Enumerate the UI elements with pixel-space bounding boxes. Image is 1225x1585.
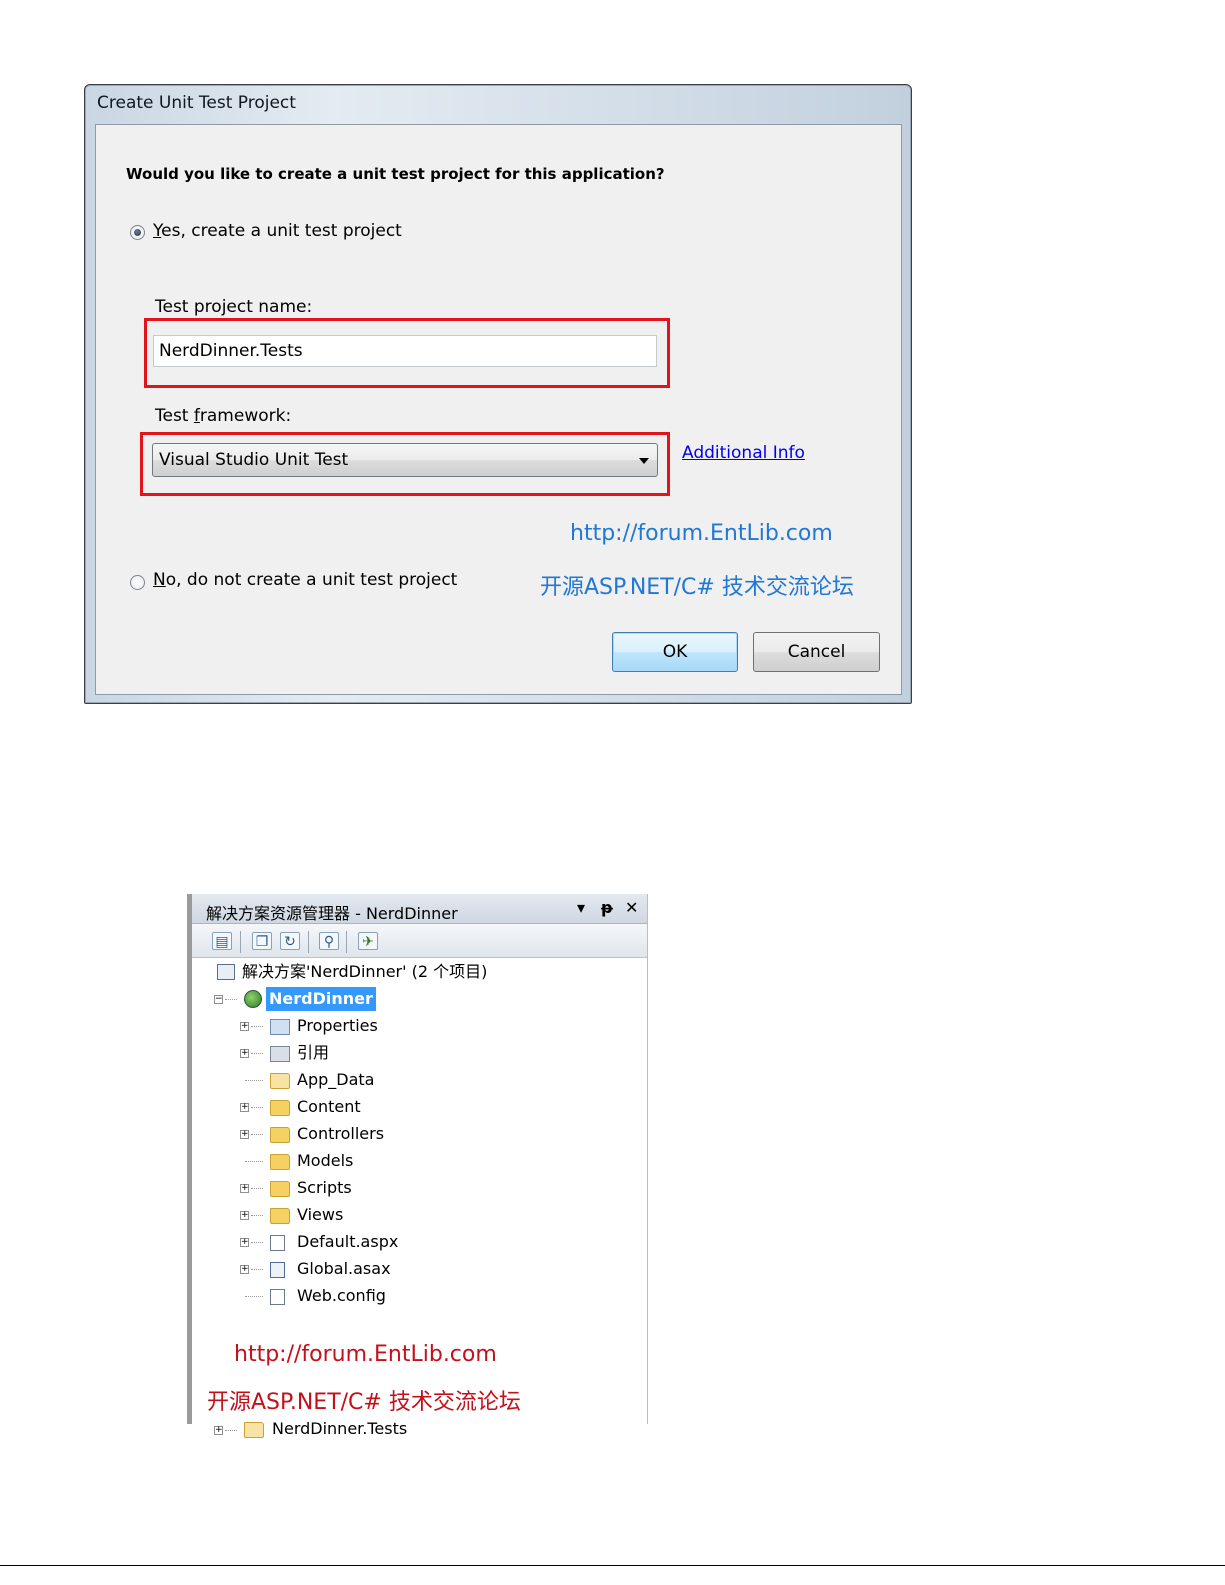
explorer-title-bar: 解决方案资源管理器 - NerdDinner ▾ ᵽ ✕ [192, 894, 647, 924]
web-config-icon[interactable]: ✈ [358, 932, 378, 950]
expand-tests-project-icon[interactable]: + [214, 1426, 223, 1435]
project-label: NerdDinner [266, 987, 376, 1011]
solution-icon [217, 964, 235, 980]
properties-folder-icon [270, 1019, 290, 1035]
tree-item-label: Web.config [297, 1286, 386, 1305]
toolbar-separator [346, 931, 347, 953]
tree-line [225, 999, 237, 1000]
references-icon [270, 1046, 290, 1062]
close-icon[interactable]: ✕ [625, 898, 638, 917]
expand-item-icon[interactable]: + [240, 1211, 249, 1220]
tree-item-label: App_Data [297, 1070, 375, 1089]
dialog-body: Would you like to create a unit test pro… [95, 124, 902, 695]
dropdown-icon[interactable]: ▾ [577, 898, 585, 917]
dialog-title: Create Unit Test Project [97, 93, 296, 113]
tree-item-label: Global.asax [297, 1259, 391, 1278]
tree-item-label: Views [297, 1205, 344, 1224]
show-all-files-icon[interactable]: ❐ [252, 932, 272, 950]
properties-icon[interactable]: ▤ [212, 932, 232, 950]
tree-line [245, 1161, 263, 1162]
view-class-diagram-icon[interactable]: ⚲ [319, 932, 339, 950]
watermark-url: http://forum.EntLib.com [570, 521, 833, 546]
tree-line [251, 1026, 263, 1027]
pin-icon[interactable]: ᵽ [601, 898, 613, 917]
yes-radio[interactable] [130, 225, 145, 240]
expand-item-icon[interactable]: + [240, 1238, 249, 1247]
no-radio[interactable] [130, 575, 145, 590]
tree-item-label: Default.aspx [297, 1232, 399, 1251]
tree-line [251, 1053, 263, 1054]
folder-icon [270, 1181, 290, 1197]
collapse-project-icon[interactable]: − [214, 995, 223, 1004]
tree-line [245, 1296, 263, 1297]
yes-radio-label[interactable]: Yes, create a unit test project [153, 221, 402, 241]
app-data-folder-icon [270, 1073, 290, 1089]
tree-item-label: Models [297, 1151, 354, 1170]
expand-item-icon[interactable]: + [240, 1049, 249, 1058]
toolbar-separator [240, 931, 241, 953]
expand-item-icon[interactable]: + [240, 1103, 249, 1112]
framework-label: Test framework: [155, 406, 292, 426]
additional-info-link[interactable]: Additional Info [682, 443, 805, 463]
tree-line [251, 1188, 263, 1189]
web-project-icon [244, 990, 262, 1008]
highlight-box-framework [140, 432, 670, 496]
tree-line [225, 1430, 237, 1431]
folder-icon [270, 1208, 290, 1224]
tree-line [251, 1269, 263, 1270]
project-name-label: Test project name: [155, 297, 313, 317]
tree-line [245, 1080, 263, 1081]
aspx-page-icon [270, 1235, 285, 1251]
solution-explorer-panel: 解决方案资源管理器 - NerdDinner ▾ ᵽ ✕ ▤ ❐ ↻ ⚲ ✈ 解… [187, 894, 648, 1438]
tree-line [251, 1107, 263, 1108]
tree-line [251, 1242, 263, 1243]
refresh-icon[interactable]: ↻ [280, 932, 300, 950]
watermark-url-red: http://forum.EntLib.com [234, 1342, 497, 1367]
expand-item-icon[interactable]: + [240, 1022, 249, 1031]
tree-line [251, 1215, 263, 1216]
tree-item-label: Properties [297, 1016, 378, 1035]
tree-item-label: Controllers [297, 1124, 385, 1143]
tree-item-label: Content [297, 1097, 361, 1116]
ok-button[interactable]: OK [612, 632, 738, 672]
folder-icon [270, 1154, 290, 1170]
folder-icon [270, 1127, 290, 1143]
solution-label: 解决方案'NerdDinner' (2 个项目) [242, 962, 488, 981]
explorer-title: 解决方案资源管理器 - NerdDinner [206, 904, 458, 923]
tree-line [251, 1134, 263, 1135]
config-file-icon [270, 1289, 285, 1305]
expand-item-icon[interactable]: + [240, 1130, 249, 1139]
tree-item-label: 引用 [297, 1043, 330, 1062]
expand-item-icon[interactable]: + [240, 1265, 249, 1274]
tree-item-label: Scripts [297, 1178, 352, 1197]
explorer-toolbar: ▤ ❐ ↻ ⚲ ✈ [192, 924, 647, 958]
highlight-box-name [144, 318, 670, 388]
page-divider [0, 1565, 1225, 1566]
no-radio-label[interactable]: No, do not create a unit test project [153, 570, 457, 590]
expand-item-icon[interactable]: + [240, 1184, 249, 1193]
folder-icon [270, 1100, 290, 1116]
watermark-text-red: 开源ASP.NET/C# 技术交流论坛 [207, 1390, 521, 1415]
dialog-question: Would you like to create a unit test pro… [126, 165, 665, 183]
create-unit-test-dialog: Create Unit Test Project Would you like … [84, 84, 912, 704]
watermark-text: 开源ASP.NET/C# 技术交流论坛 [540, 575, 854, 600]
tests-project-label: NerdDinner.Tests [272, 1419, 408, 1438]
toolbar-separator [308, 931, 309, 953]
asax-file-icon [270, 1262, 285, 1278]
project-folder-icon [244, 1422, 264, 1438]
cancel-button[interactable]: Cancel [753, 632, 880, 672]
